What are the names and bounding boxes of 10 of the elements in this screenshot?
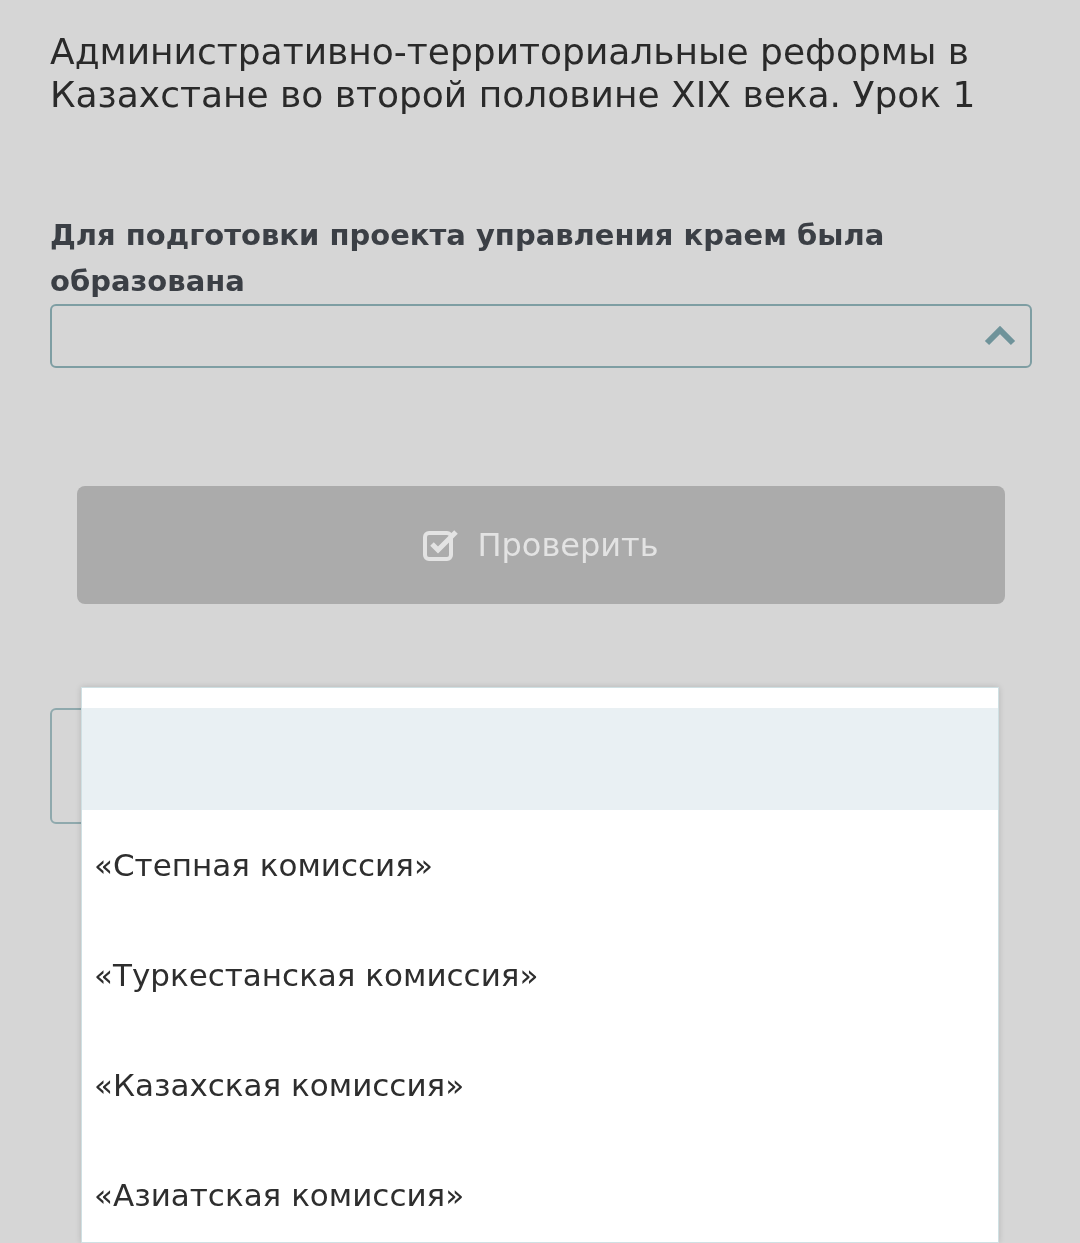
dropdown-option[interactable] xyxy=(82,708,998,810)
dropdown-option[interactable]: «Туркестанская комиссия» xyxy=(82,920,998,1030)
checkbox-icon xyxy=(423,529,460,561)
chevron-icon xyxy=(984,326,1016,346)
dropdown-option[interactable]: «Азиатская комиссия» xyxy=(82,1140,998,1243)
question-text: Для подготовки проекта управления краем была образована xyxy=(50,217,886,300)
dropdown-option[interactable]: «Степная комиссия» xyxy=(82,810,998,920)
lesson-title: Административно-территориальные реформы в Казахстане во второй половине XIX века. Урок 1 xyxy=(50,30,977,116)
answer-select[interactable] xyxy=(50,304,1032,368)
dropdown-option[interactable]: «Казахская комиссия» xyxy=(82,1030,998,1140)
